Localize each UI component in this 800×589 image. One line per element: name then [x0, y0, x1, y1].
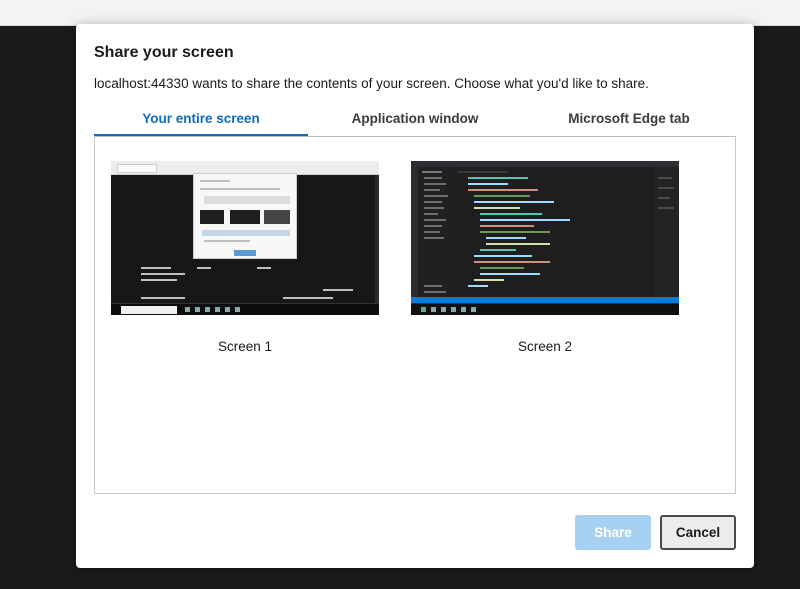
screen-list-panel: Screen 1 Screen 2: [94, 136, 736, 494]
thumb-code-line: [474, 201, 554, 203]
tab-application-window[interactable]: Application window: [308, 104, 522, 136]
thumb-code-line: [474, 207, 520, 209]
browser-strip: [0, 0, 800, 26]
thumb-text-line: [204, 240, 250, 242]
thumb-text-line: [257, 267, 271, 269]
thumb-code-line: [474, 195, 530, 197]
thumb-code-line: [424, 231, 440, 233]
thumb-code-line: [424, 183, 446, 185]
thumb-taskbar-icon: [195, 307, 200, 312]
thumb-code-line: [486, 237, 526, 239]
thumb-search-box: [121, 306, 177, 314]
thumb-block: [200, 210, 224, 224]
thumb-code-line: [458, 171, 508, 173]
thumb-taskbar-icon: [225, 307, 230, 312]
screen-option-2[interactable]: Screen 2: [411, 161, 679, 354]
screen-1-label: Screen 1: [217, 339, 273, 354]
thumb-taskbar-icon: [451, 307, 456, 312]
thumb-text-line: [200, 180, 230, 182]
thumb-code-line: [468, 183, 508, 185]
dialog-title: Share your screen: [94, 44, 234, 61]
thumb-taskbar-icon: [235, 307, 240, 312]
thumb-taskbar-icon: [461, 307, 466, 312]
thumb-code-line: [486, 243, 550, 245]
screen-2-thumbnail[interactable]: [411, 161, 679, 315]
cancel-button[interactable]: Cancel: [660, 515, 736, 550]
thumb-code-line: [424, 225, 442, 227]
screen-option-1[interactable]: Screen 1: [111, 161, 379, 354]
thumb-code-line: [658, 197, 670, 199]
thumb-taskbar-icon: [431, 307, 436, 312]
thumb-code-line: [658, 207, 674, 209]
thumb-taskbar-icon: [441, 307, 446, 312]
thumb-code-line: [474, 261, 550, 263]
thumb-text-line: [141, 279, 177, 281]
thumb-code-line: [468, 189, 538, 191]
thumb-activity-bar: [411, 167, 418, 303]
thumb-text-line: [141, 297, 185, 299]
thumb-code-line: [424, 213, 438, 215]
thumb-scrollbar: [375, 175, 379, 303]
thumb-taskbar-icon: [205, 307, 210, 312]
thumb-code-line: [658, 187, 674, 189]
thumb-code-line: [468, 177, 528, 179]
thumb-code-line: [480, 213, 542, 215]
thumb-row: [202, 230, 290, 236]
thumb-code-line: [424, 285, 442, 287]
thumb-taskbar-icon: [471, 307, 476, 312]
thumb-browser-tab: [117, 164, 157, 173]
thumb-code-line: [424, 201, 442, 203]
thumb-code-line: [480, 231, 550, 233]
thumb-code-line: [474, 255, 532, 257]
thumb-code-line: [424, 207, 444, 209]
thumb-editor: [454, 167, 654, 303]
thumb-text-line: [200, 188, 280, 190]
thumb-taskbar: [411, 303, 679, 315]
thumb-taskbar-icon: [185, 307, 190, 312]
source-tabs: Your entire screen Application window Mi…: [94, 104, 736, 136]
thumb-taskbar-icon: [215, 307, 220, 312]
share-screen-dialog: Share your screen localhost:44330 wants …: [76, 24, 754, 568]
thumb-taskbar-icon: [421, 307, 426, 312]
thumb-button: [234, 250, 256, 256]
thumb-block: [264, 210, 290, 224]
thumb-strip: [204, 196, 290, 204]
thumb-code-line: [424, 291, 446, 293]
screen-2-label: Screen 2: [517, 339, 573, 354]
thumb-code-line: [424, 219, 446, 221]
thumb-code-line: [422, 171, 442, 173]
screen-1-thumbnail[interactable]: [111, 161, 379, 315]
thumb-block: [230, 210, 260, 224]
thumb-code-line: [480, 219, 570, 221]
thumb-text-line: [323, 289, 353, 291]
thumb-dialog-window: [193, 173, 297, 259]
thumb-minimap: [654, 167, 679, 303]
thumb-text-line: [141, 273, 185, 275]
thumb-code-line: [480, 267, 524, 269]
thumb-code-line: [424, 237, 444, 239]
thumb-code-line: [474, 279, 504, 281]
thumb-code-line: [424, 195, 448, 197]
thumb-taskbar: [111, 303, 379, 315]
tab-entire-screen[interactable]: Your entire screen: [94, 104, 308, 136]
thumb-code-line: [658, 177, 672, 179]
thumb-code-line: [424, 177, 442, 179]
share-button[interactable]: Share: [575, 515, 651, 550]
tab-edge-tab[interactable]: Microsoft Edge tab: [522, 104, 736, 136]
thumb-code-line: [480, 273, 540, 275]
thumb-code-line: [424, 189, 440, 191]
thumb-text-line: [141, 267, 171, 269]
thumb-code-line: [480, 225, 534, 227]
thumb-text-line: [197, 267, 211, 269]
thumb-text-line: [283, 297, 333, 299]
thumb-code-line: [480, 249, 516, 251]
dialog-description: localhost:44330 wants to share the conte…: [94, 76, 649, 91]
thumb-code-line: [468, 285, 488, 287]
thumb-explorer: [418, 167, 454, 303]
